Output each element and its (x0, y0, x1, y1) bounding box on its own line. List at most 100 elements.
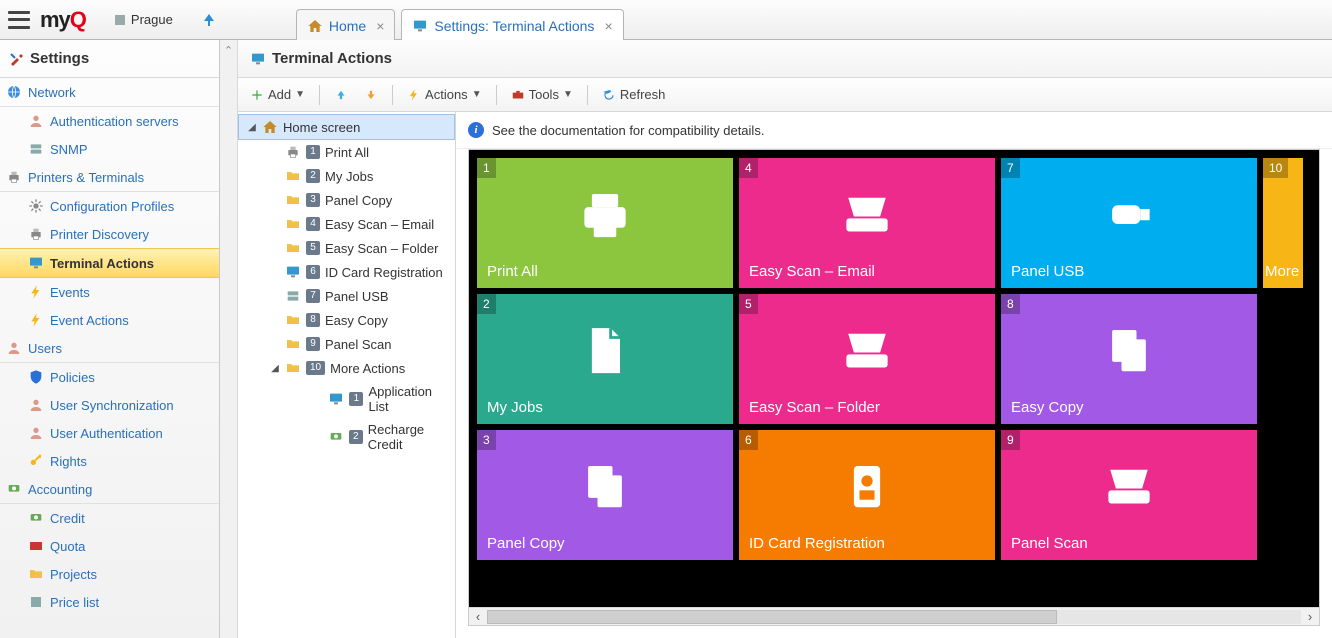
refresh-button[interactable]: Refresh (596, 84, 672, 105)
tile[interactable]: 8 Easy Copy (1001, 294, 1257, 424)
tab-terminal-actions[interactable]: Settings: Terminal Actions × (401, 9, 623, 43)
tile[interactable]: 3 Panel Copy (477, 430, 733, 560)
sidebar-item-user-auth[interactable]: User Authentication (0, 419, 219, 447)
item-icon (328, 391, 344, 407)
scroll-right-icon[interactable]: › (1301, 609, 1319, 624)
sidebar-item-projects[interactable]: Projects (0, 560, 219, 588)
tree-item[interactable]: 8Easy Copy (262, 308, 455, 332)
location-label: Prague (131, 12, 173, 27)
tile[interactable]: 10 More Actions (1263, 158, 1303, 288)
item-icon (285, 192, 301, 208)
copy2-icon (575, 457, 635, 521)
move-up-button[interactable] (328, 85, 354, 105)
tile-number: 5 (739, 294, 758, 314)
sidebar-item-policies[interactable]: Policies (0, 363, 219, 391)
tab-home[interactable]: Home × (296, 9, 396, 43)
tile-number: 2 (477, 294, 496, 314)
tabs: Home × Settings: Terminal Actions × (296, 3, 624, 37)
sidebar-item-quota[interactable]: Quota (0, 532, 219, 560)
tree-root[interactable]: ◢Home screen (238, 114, 455, 140)
item-icon (285, 288, 301, 304)
sidebar-item-rights[interactable]: Rights (0, 447, 219, 475)
folder-icon (28, 566, 44, 582)
tools-button[interactable]: Tools▼ (505, 84, 579, 105)
tile-label: More Actions (1265, 263, 1301, 280)
tile-number: 8 (1001, 294, 1020, 314)
content: Terminal Actions Add▼ Actions▼ Tools▼ Re… (238, 40, 1332, 638)
item-number: 4 (306, 217, 320, 231)
tile[interactable]: 2 My Jobs (477, 294, 733, 424)
tree-item[interactable]: 3Panel Copy (262, 188, 455, 212)
tree-item[interactable]: ◢10More Actions (262, 356, 455, 380)
preview-panel: i See the documentation for compatibilit… (456, 112, 1332, 638)
tile-label: Easy Scan – Email (749, 263, 985, 280)
item-number: 1 (349, 392, 363, 406)
sidebar-item-auth-servers[interactable]: Authentication servers (0, 107, 219, 135)
item-icon (285, 360, 301, 376)
plus-icon (250, 88, 264, 102)
sidebar-item-terminal-actions[interactable]: Terminal Actions (0, 248, 219, 278)
item-label: Application List (368, 384, 451, 414)
tree-item[interactable]: 4Easy Scan – Email (262, 212, 455, 236)
tree-item[interactable]: 6ID Card Registration (262, 260, 455, 284)
add-button[interactable]: Add▼ (244, 84, 311, 105)
user-icon (28, 397, 44, 413)
tile-label: Easy Copy (1011, 399, 1247, 416)
tile-area: 1 Print All 4 Easy Scan – Email 7 Panel … (468, 149, 1320, 626)
home-icon (307, 18, 323, 34)
actions-button[interactable]: Actions▼ (401, 84, 488, 105)
item-label: Panel Copy (325, 193, 392, 208)
sidebar-group-printers[interactable]: Printers & Terminals (0, 163, 219, 192)
tile[interactable]: 9 Panel Scan (1001, 430, 1257, 560)
menu-button[interactable] (8, 11, 30, 29)
gauge-icon (28, 538, 44, 554)
sidebar-group-accounting[interactable]: Accounting (0, 475, 219, 504)
tile[interactable]: 6 ID Card Registration (739, 430, 995, 560)
toolbar: Add▼ Actions▼ Tools▼ Refresh (238, 78, 1332, 112)
sidebar-item-config-profiles[interactable]: Configuration Profiles (0, 192, 219, 220)
sidebar-item-price-list[interactable]: Price list (0, 588, 219, 616)
sidebar-group-users[interactable]: Users (0, 334, 219, 363)
info-icon: i (468, 122, 484, 138)
move-down-button[interactable] (358, 85, 384, 105)
sidebar-item-event-actions[interactable]: Event Actions (0, 306, 219, 334)
list-icon (28, 594, 44, 610)
location-chip[interactable]: Prague (104, 7, 182, 32)
item-icon (328, 429, 344, 445)
user-icon (28, 425, 44, 441)
tree-item[interactable]: 7Panel USB (262, 284, 455, 308)
printer-icon (6, 169, 22, 185)
item-number: 5 (306, 241, 320, 255)
tile-label: Panel Scan (1011, 535, 1247, 552)
sidebar-item-printer-discovery[interactable]: Printer Discovery (0, 220, 219, 248)
horizontal-scrollbar[interactable]: ‹ › (469, 607, 1319, 625)
scroll-left-icon[interactable]: ‹ (469, 609, 487, 624)
chevron-up-icon: ⌃ (224, 44, 233, 57)
tree-item[interactable]: 1Print All (262, 140, 455, 164)
tree-item[interactable]: 1 Application List (306, 380, 455, 418)
sidebar-group-network[interactable]: Network (0, 78, 219, 107)
sidebar-item-user-sync[interactable]: User Synchronization (0, 391, 219, 419)
arrow-down-icon (364, 88, 378, 102)
tile[interactable]: 5 Easy Scan – Folder (739, 294, 995, 424)
tile-number: 6 (739, 430, 758, 450)
sidebar-item-snmp[interactable]: SNMP (0, 135, 219, 163)
item-icon (285, 168, 301, 184)
tree-item[interactable]: 2Recharge Credit (306, 418, 455, 456)
tile[interactable]: 4 Easy Scan – Email (739, 158, 995, 288)
tree-item[interactable]: 5Easy Scan – Folder (262, 236, 455, 260)
collapse-strip[interactable]: ⌃ (220, 40, 238, 638)
sidebar-item-credit[interactable]: Credit (0, 504, 219, 532)
tree-item[interactable]: 9Panel Scan (262, 332, 455, 356)
sidebar-item-events[interactable]: Events (0, 278, 219, 306)
close-icon[interactable]: × (604, 18, 612, 34)
item-label: My Jobs (325, 169, 373, 184)
tile-label: Panel Copy (487, 535, 723, 552)
tile[interactable]: 7 Panel USB (1001, 158, 1257, 288)
tile[interactable]: 1 Print All (477, 158, 733, 288)
info-bar: i See the documentation for compatibilit… (456, 112, 1332, 149)
item-number: 10 (306, 361, 325, 375)
tree-item[interactable]: 2My Jobs (262, 164, 455, 188)
close-icon[interactable]: × (376, 18, 384, 34)
location-arrow[interactable] (192, 7, 226, 33)
